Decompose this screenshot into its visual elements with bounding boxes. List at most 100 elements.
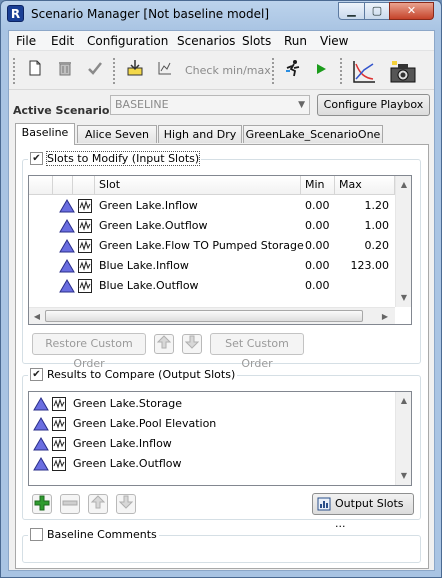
slot-type-cell <box>59 279 75 299</box>
menu-run[interactable]: Run <box>284 34 307 48</box>
active-scenario-value: BASELINE <box>115 98 169 111</box>
output-slots-button[interactable]: Output Slots ... <box>312 493 414 530</box>
toolbar-grip[interactable] <box>13 58 16 84</box>
title-bar[interactable]: R Scenario Manager [Not baseline model] … <box>1 1 441 29</box>
triangle-icon <box>59 239 75 253</box>
baseline-tab-panel: ✔ Slots to Modify (Input Slots) Slot Min… <box>15 144 429 569</box>
table-row[interactable]: Green Lake.Flow TO Pumped Storage 0.00 0.2… <box>29 236 395 256</box>
slots-to-modify-checkbox[interactable]: ✔ <box>30 152 43 165</box>
scroll-up-icon[interactable]: ▲ <box>396 396 411 405</box>
output-slots-list: Green Lake.Storage Green Lake.Pool Elevat… <box>28 391 412 486</box>
header-slot[interactable]: Slot <box>95 176 301 195</box>
slots-to-modify-header: ✔ Slots to Modify (Input Slots) <box>28 151 202 166</box>
list-item[interactable]: Green Lake.Inflow <box>33 434 393 454</box>
move-down-button[interactable] <box>182 334 202 354</box>
slot-plot-cell[interactable] <box>78 279 92 299</box>
list-item[interactable]: Green Lake.Storage <box>33 394 393 414</box>
close-button[interactable]: ✕ <box>389 2 434 20</box>
tab-high-and-dry[interactable]: High and Dry <box>158 125 242 143</box>
camera-icon[interactable] <box>388 59 418 83</box>
hscroll-thumb[interactable] <box>45 310 363 322</box>
scroll-left-icon[interactable]: ◀ <box>29 312 45 321</box>
timeseries-icon <box>78 259 92 273</box>
scroll-right-icon[interactable]: ▶ <box>377 312 393 321</box>
menu-bar: File Edit Configuration Scenarios Slots … <box>9 31 434 51</box>
tab-baseline[interactable]: Baseline <box>15 123 75 145</box>
triangle-icon <box>33 417 49 431</box>
runner-icon[interactable] <box>281 59 305 83</box>
menu-file[interactable]: File <box>16 34 36 48</box>
menu-edit[interactable]: Edit <box>51 34 74 48</box>
menu-configuration[interactable]: Configuration <box>87 34 168 48</box>
slot-min-cell: 0.00 <box>305 259 330 272</box>
input-slots-vscroll[interactable]: ▲ ▼ <box>395 176 411 307</box>
slots-to-modify-title: Slots to Modify (Input Slots) <box>45 151 201 166</box>
scroll-up-icon[interactable]: ▲ <box>396 180 411 189</box>
slot-plot-cell[interactable] <box>52 457 66 477</box>
triangle-icon <box>59 219 75 233</box>
baseline-comments-checkbox[interactable] <box>30 528 43 541</box>
scenario-manager-window: R Scenario Manager [Not baseline model] … <box>0 0 442 578</box>
table-row[interactable]: Blue Lake.Outflow 0.00 <box>29 276 395 296</box>
arrow-up-icon <box>156 335 172 349</box>
output-move-down-button[interactable] <box>116 494 136 514</box>
active-scenario-select[interactable]: BASELINE ▼ <box>110 95 310 115</box>
toolbar-separator <box>113 58 116 84</box>
scroll-down-icon[interactable]: ▼ <box>396 293 411 302</box>
menu-scenarios[interactable]: Scenarios <box>177 34 235 48</box>
tab-greenlake-scenario-one[interactable]: GreenLake_ScenarioOne <box>243 125 383 143</box>
output-slot-name: Green Lake.Pool Elevation <box>73 417 217 430</box>
plot-icon[interactable] <box>153 59 177 83</box>
list-item[interactable]: Green Lake.Pool Elevation <box>33 414 393 434</box>
arrow-up-icon <box>90 495 106 509</box>
tab-alice-seven[interactable]: Alice Seven <box>77 125 157 143</box>
plus-icon <box>34 495 50 511</box>
minimize-button[interactable]: ▁ <box>338 2 365 20</box>
chevron-down-icon: ▼ <box>298 100 305 110</box>
header-max[interactable]: Max <box>335 176 395 195</box>
results-to-compare-title: Results to Compare (Output Slots) <box>47 368 236 381</box>
results-to-compare-checkbox[interactable]: ✔ <box>30 368 43 381</box>
timeseries-icon <box>52 457 66 471</box>
menu-slots[interactable]: Slots <box>242 34 271 48</box>
menu-view[interactable]: View <box>320 34 348 48</box>
new-document-icon[interactable] <box>23 59 47 83</box>
scroll-down-icon[interactable]: ▼ <box>396 471 411 480</box>
output-slots-vscroll[interactable]: ▲ ▼ <box>395 392 411 485</box>
input-slots-hscroll[interactable]: ◀ ▶ <box>29 307 395 324</box>
slot-type-cell <box>33 457 49 477</box>
output-slot-name: Green Lake.Outflow <box>73 457 182 470</box>
add-slot-button[interactable] <box>32 494 52 514</box>
timeseries-icon <box>78 279 92 293</box>
trash-icon[interactable] <box>53 59 77 83</box>
client-area: File Edit Configuration Scenarios Slots … <box>8 30 435 571</box>
maximize-button[interactable]: ▢ <box>364 2 390 20</box>
play-icon[interactable] <box>309 59 333 83</box>
header-min[interactable]: Min <box>301 176 335 195</box>
timeseries-icon <box>52 437 66 451</box>
slot-min-cell: 0.00 <box>305 219 330 232</box>
input-slots-header: Slot Min Max <box>29 176 411 195</box>
triangle-icon <box>33 397 49 411</box>
timeseries-icon <box>78 239 92 253</box>
import-icon[interactable] <box>123 59 147 83</box>
header-blank-3 <box>73 176 95 195</box>
table-row[interactable]: Green Lake.Outflow 0.00 1.00 <box>29 216 395 236</box>
restore-custom-order-button[interactable]: Restore Custom Order <box>32 333 146 370</box>
table-row[interactable]: Blue Lake.Inflow 0.00 123.00 <box>29 256 395 276</box>
check-min-max-button[interactable]: Check min/max <box>185 64 271 77</box>
slot-name-cell: Green Lake.Outflow <box>99 219 208 232</box>
move-up-button[interactable] <box>154 334 174 354</box>
graph-icon[interactable] <box>350 59 378 83</box>
header-blank-2 <box>53 176 73 195</box>
table-row[interactable]: Green Lake.Inflow 0.00 1.20 <box>29 196 395 216</box>
output-move-up-button[interactable] <box>88 494 108 514</box>
configure-playbox-button[interactable]: Configure Playbox ... <box>317 94 430 131</box>
output-slot-name: Green Lake.Inflow <box>73 437 172 450</box>
set-custom-order-button[interactable]: Set Custom Order <box>210 333 304 370</box>
remove-slot-button[interactable] <box>60 494 80 514</box>
slot-name-cell: Blue Lake.Outflow <box>99 279 199 292</box>
checkmark-icon[interactable] <box>83 59 107 83</box>
list-item[interactable]: Green Lake.Outflow <box>33 454 393 474</box>
baseline-comments-label: Baseline Comments <box>47 528 157 541</box>
